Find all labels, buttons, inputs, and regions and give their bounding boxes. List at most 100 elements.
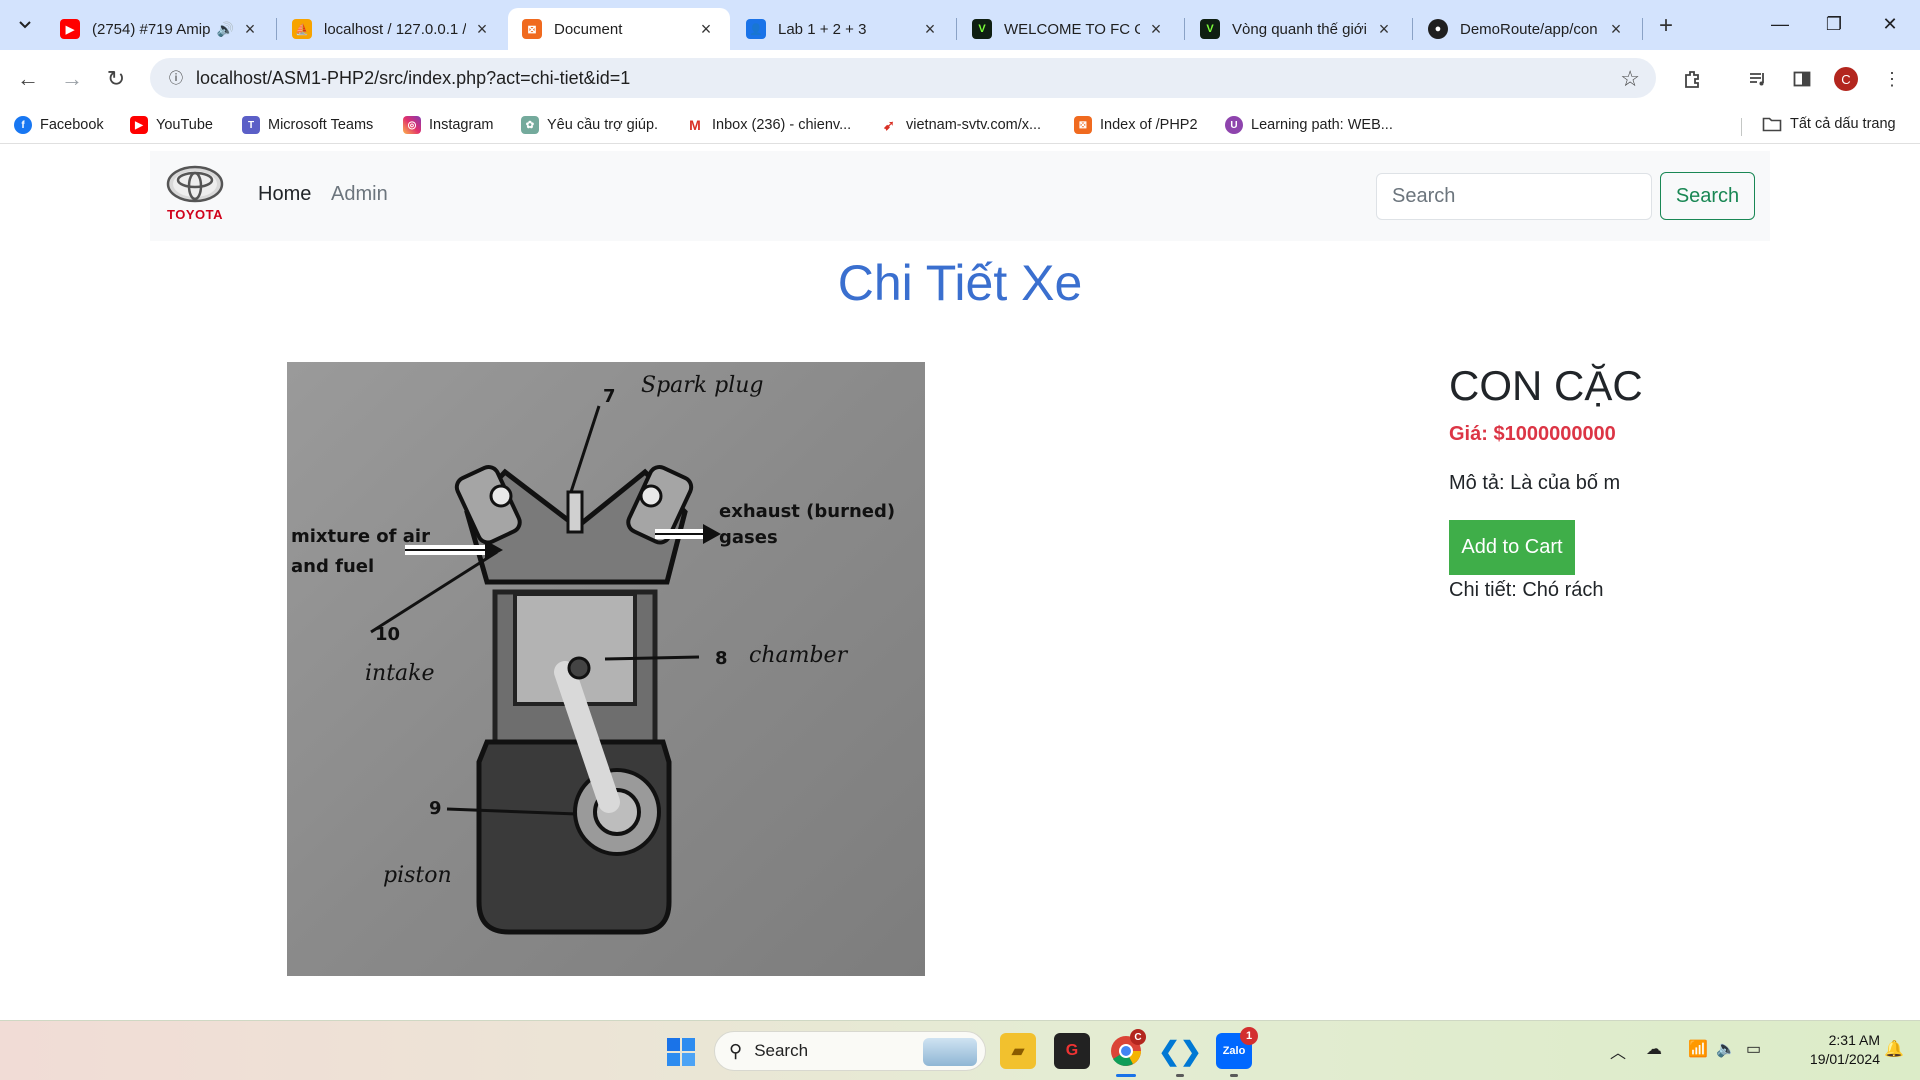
tab-github[interactable]: ● DemoRoute/app/con × xyxy=(1414,8,1640,50)
close-icon[interactable]: × xyxy=(1374,19,1394,39)
chevron-up-icon: ︿ xyxy=(1610,1045,1627,1062)
onedrive-icon[interactable]: ☁ xyxy=(1646,1039,1662,1059)
tab-title: localhost / 127.0.0.1 / xyxy=(324,20,466,38)
label-spark-plug: Spark plug xyxy=(641,373,763,398)
bookmark-label: Yêu cầu trợ giúp. xyxy=(547,117,659,133)
more-menu-icon[interactable]: ⋮ xyxy=(1876,63,1908,95)
close-icon[interactable]: × xyxy=(240,19,260,39)
clock-time: 2:31 AM xyxy=(1828,1032,1880,1048)
chrome-button[interactable]: C xyxy=(1108,1029,1146,1069)
system-clock[interactable]: 2:31 AM 19/01/2024 xyxy=(1780,1031,1880,1069)
taskbar-search-label: Search xyxy=(754,1041,809,1060)
tab-youtube[interactable]: ▶ (2754) #719 Amip 🔊 × xyxy=(46,8,274,50)
search-highlight-icon xyxy=(923,1038,977,1066)
tab-fc-online[interactable]: V WELCOME TO FC ON × xyxy=(958,8,1180,50)
battery-icon[interactable]: ▭ xyxy=(1746,1039,1761,1059)
bookmark-label: Inbox (236) - chienv... xyxy=(712,117,852,133)
classroom-icon: 👤 xyxy=(746,19,766,39)
restore-button[interactable]: ❐ xyxy=(1806,6,1862,42)
vscode-button[interactable]: ❮❯ xyxy=(1158,1033,1202,1069)
label-exhaust-line: exhaust (burned) xyxy=(719,501,895,522)
media-control-icon[interactable] xyxy=(1742,63,1774,95)
garena-button[interactable]: G xyxy=(1054,1033,1090,1069)
all-bookmarks[interactable]: Tất cả dấu trang xyxy=(1762,116,1896,132)
show-hidden-icons[interactable]: ︿ xyxy=(1610,1039,1626,1063)
close-icon[interactable]: × xyxy=(1146,19,1166,39)
bookmark-chatgpt[interactable]: ✿ Yêu cầu trợ giúp. xyxy=(521,116,658,134)
close-icon[interactable]: × xyxy=(472,19,492,39)
bookmark-gmail[interactable]: M Inbox (236) - chienv... xyxy=(686,116,851,134)
bookmark-learning[interactable]: U Learning path: WEB... xyxy=(1225,116,1393,134)
bookmark-label: Facebook xyxy=(40,117,104,133)
close-icon[interactable]: × xyxy=(920,19,940,39)
bookmark-label: YouTube xyxy=(156,117,213,133)
star-icon[interactable]: ☆ xyxy=(1620,66,1640,92)
label-mixture-line: mixture of air xyxy=(291,526,430,547)
add-to-cart-button[interactable]: Add to Cart xyxy=(1449,520,1575,575)
product-detail: Chi tiết: Chó rách xyxy=(1449,579,1604,601)
chrome-profile-badge: C xyxy=(1130,1029,1146,1045)
bookmark-svtv[interactable]: ➹ vietnam-svtv.com/x... xyxy=(880,116,1041,134)
fc-online-icon: V xyxy=(972,19,992,39)
minimize-icon: — xyxy=(1771,13,1789,34)
toyota-logo[interactable]: TOYOTA xyxy=(164,165,226,225)
tab-search-button[interactable] xyxy=(8,10,42,40)
notification-bell-icon[interactable]: 🔔 xyxy=(1884,1039,1904,1059)
bookmark-youtube[interactable]: ▶ YouTube xyxy=(130,116,213,134)
start-button[interactable] xyxy=(666,1037,696,1067)
bookmark-teams[interactable]: T Microsoft Teams xyxy=(242,116,373,134)
search-button[interactable]: Search xyxy=(1660,172,1755,220)
site-info-icon[interactable]: ⓘ xyxy=(156,68,196,88)
label-9: 9 xyxy=(429,798,442,819)
taskbar-search[interactable]: ⚲ Search xyxy=(714,1031,986,1071)
volume-icon[interactable]: 🔈 xyxy=(1716,1039,1736,1059)
folder-icon xyxy=(1762,116,1782,132)
tab-document[interactable]: ⊠ Document × xyxy=(508,8,730,50)
tab-title: Vòng quanh thế giới xyxy=(1232,20,1367,38)
tab-vong-quanh[interactable]: V Vòng quanh thế giới × xyxy=(1186,8,1408,50)
chevron-down-icon xyxy=(19,21,31,29)
profile-avatar[interactable]: C xyxy=(1834,67,1858,91)
close-icon[interactable]: × xyxy=(1606,19,1626,39)
zalo-button[interactable]: Zalo 1 xyxy=(1216,1027,1258,1069)
notification-badge: 1 xyxy=(1240,1027,1258,1045)
web-page: TOYOTA Home Admin Search Chi Tiết Xe xyxy=(0,145,1920,1020)
toyota-emblem-icon xyxy=(166,165,224,203)
bookmark-php2[interactable]: ⊠ Index of /PHP2 xyxy=(1074,116,1198,134)
bookmark-instagram[interactable]: ◎ Instagram xyxy=(403,116,493,134)
bookmark-facebook[interactable]: f Facebook xyxy=(14,116,104,134)
label-8: 8 xyxy=(715,648,728,669)
tab-lab[interactable]: 👤 Lab 1 + 2 + 3 × xyxy=(732,8,954,50)
speaker-icon[interactable]: 🔊 xyxy=(217,21,234,38)
url-text[interactable]: localhost/ASM1-PHP2/src/index.php?act=ch… xyxy=(196,68,630,89)
label-piston: piston xyxy=(383,863,452,888)
label-7: 7 xyxy=(603,386,616,407)
search-input[interactable] xyxy=(1376,173,1652,220)
teams-icon: T xyxy=(242,116,260,134)
reload-button[interactable]: ↻ xyxy=(98,61,134,97)
browser-toolbar: ← → ↻ ⓘ localhost/ASM1-PHP2/src/index.ph… xyxy=(0,50,1920,108)
page-title: Chi Tiết Xe xyxy=(837,255,1083,311)
back-button[interactable]: ← xyxy=(10,61,46,97)
tab-phpmyadmin[interactable]: ⛵ localhost / 127.0.0.1 / × xyxy=(278,8,506,50)
site-navbar: TOYOTA Home Admin Search xyxy=(150,151,1770,241)
label-chamber: chamber xyxy=(749,643,849,668)
restore-icon: ❐ xyxy=(1825,13,1843,34)
nav-admin-link[interactable]: Admin xyxy=(331,183,388,206)
file-explorer-button[interactable]: ▰ xyxy=(1000,1033,1036,1069)
side-panel-icon[interactable] xyxy=(1786,63,1818,95)
vscode-icon: ❮❯ xyxy=(1158,1035,1202,1066)
new-tab-button[interactable]: + xyxy=(1652,12,1680,40)
label-intake: intake xyxy=(365,661,435,686)
bookmark-label: vietnam-svtv.com/x... xyxy=(906,117,1042,133)
bookmarks-bar: f Facebook ▶ YouTube T Microsoft Teams ◎… xyxy=(0,108,1920,144)
minimize-button[interactable]: — xyxy=(1752,6,1808,42)
extensions-icon[interactable] xyxy=(1676,63,1708,95)
address-bar[interactable]: ⓘ localhost/ASM1-PHP2/src/index.php?act=… xyxy=(150,58,1656,98)
wifi-icon[interactable]: 📶 xyxy=(1688,1039,1708,1059)
bookmark-label: Tất cả dấu trang xyxy=(1790,116,1896,132)
close-icon[interactable]: × xyxy=(696,19,716,39)
close-window-button[interactable]: ✕ xyxy=(1862,6,1918,42)
forward-button[interactable]: → xyxy=(54,61,90,97)
nav-home-link[interactable]: Home xyxy=(258,183,311,206)
